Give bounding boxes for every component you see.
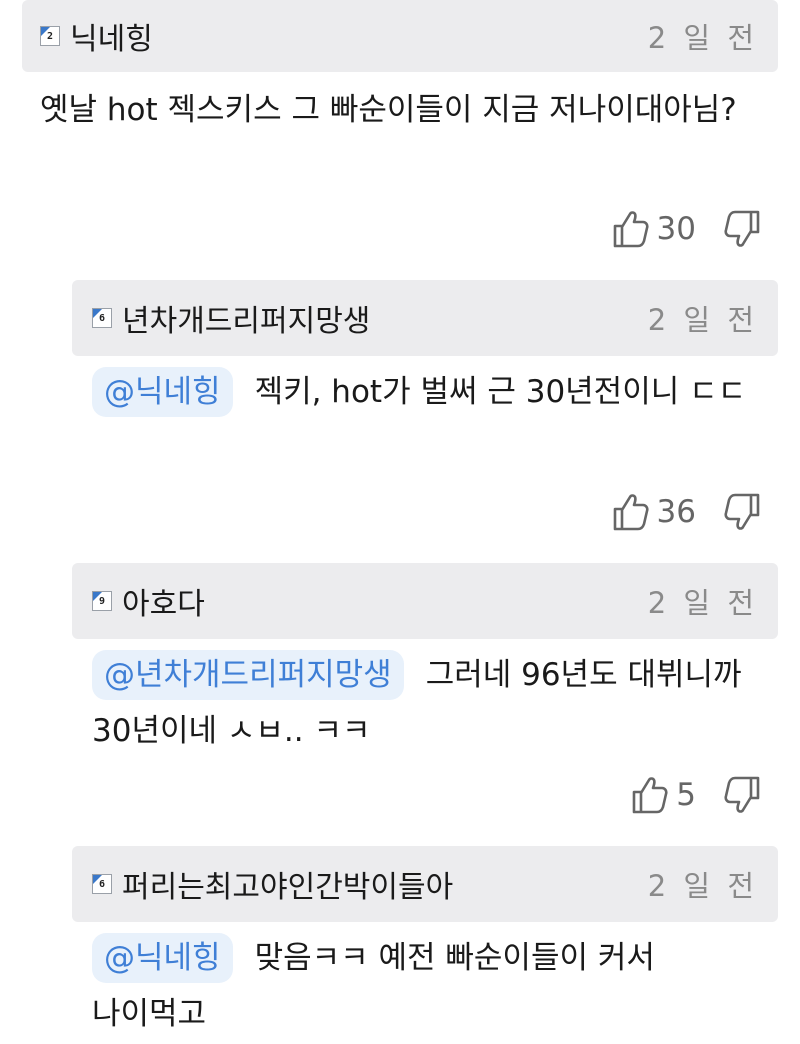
thumbs-down-icon[interactable] bbox=[724, 493, 760, 531]
level-badge-icon: 2 bbox=[40, 26, 60, 46]
like-count: 5 bbox=[676, 777, 696, 813]
reply-body: @닉네힝 맞음ㅋㅋ 예전 빠순이들이 커서 나이먹고 bbox=[92, 930, 762, 1042]
like-count: 30 bbox=[656, 211, 696, 247]
reply-header: 6 퍼리는최고야인간박이들아 2 일 전 bbox=[72, 846, 778, 922]
thumbs-up-icon[interactable] bbox=[632, 776, 668, 814]
comment-votes: 30 bbox=[613, 210, 760, 248]
reply-username[interactable]: 아호다 bbox=[122, 579, 648, 623]
mention-tag[interactable]: @년차개드리퍼지망생 bbox=[92, 650, 404, 700]
comment-header: 2 닉네힝 2 일 전 bbox=[22, 0, 778, 72]
thumbs-up-icon[interactable] bbox=[613, 493, 649, 531]
mention-tag[interactable]: @닉네힝 bbox=[92, 933, 233, 983]
reply-votes: 36 bbox=[613, 493, 760, 531]
level-badge-icon: 9 bbox=[92, 591, 112, 611]
reply-body: @년차개드리퍼지망생 그러네 96년도 대뷔니까 30년이네 ㅅㅂ.. ㅋㅋ bbox=[92, 647, 762, 759]
level-badge-icon: 6 bbox=[92, 308, 112, 328]
reply-time: 2 일 전 bbox=[647, 869, 758, 903]
reply-time: 2 일 전 bbox=[647, 303, 758, 337]
mention-tag[interactable]: @닉네힝 bbox=[92, 367, 233, 417]
reply-header: 6 년차개드리퍼지망생 2 일 전 bbox=[72, 280, 778, 356]
thumbs-down-icon[interactable] bbox=[724, 776, 760, 814]
comment-text: 옛날 hot 젝스키스 그 빠순이들이 지금 저나이대아님? bbox=[40, 92, 737, 128]
reply-text: 젝키, hot가 벌써 근 30년전이니 ㄷㄷ bbox=[254, 374, 747, 410]
reply-body: @닉네힝 젝키, hot가 벌써 근 30년전이니 ㄷㄷ bbox=[92, 364, 762, 420]
comment-time: 2 일 전 bbox=[647, 21, 758, 55]
reply-time: 2 일 전 bbox=[647, 586, 758, 620]
reply-username[interactable]: 퍼리는최고야인간박이들아 bbox=[122, 862, 648, 906]
reply-votes: 5 bbox=[632, 776, 760, 814]
reply-username[interactable]: 년차개드리퍼지망생 bbox=[122, 296, 648, 340]
thumbs-down-icon[interactable] bbox=[724, 210, 760, 248]
reply-header: 9 아호다 2 일 전 bbox=[72, 563, 778, 639]
like-count: 36 bbox=[656, 494, 696, 530]
level-badge-icon: 6 bbox=[92, 874, 112, 894]
comment-username[interactable]: 닉네힝 bbox=[70, 14, 648, 58]
thumbs-up-icon[interactable] bbox=[613, 210, 649, 248]
